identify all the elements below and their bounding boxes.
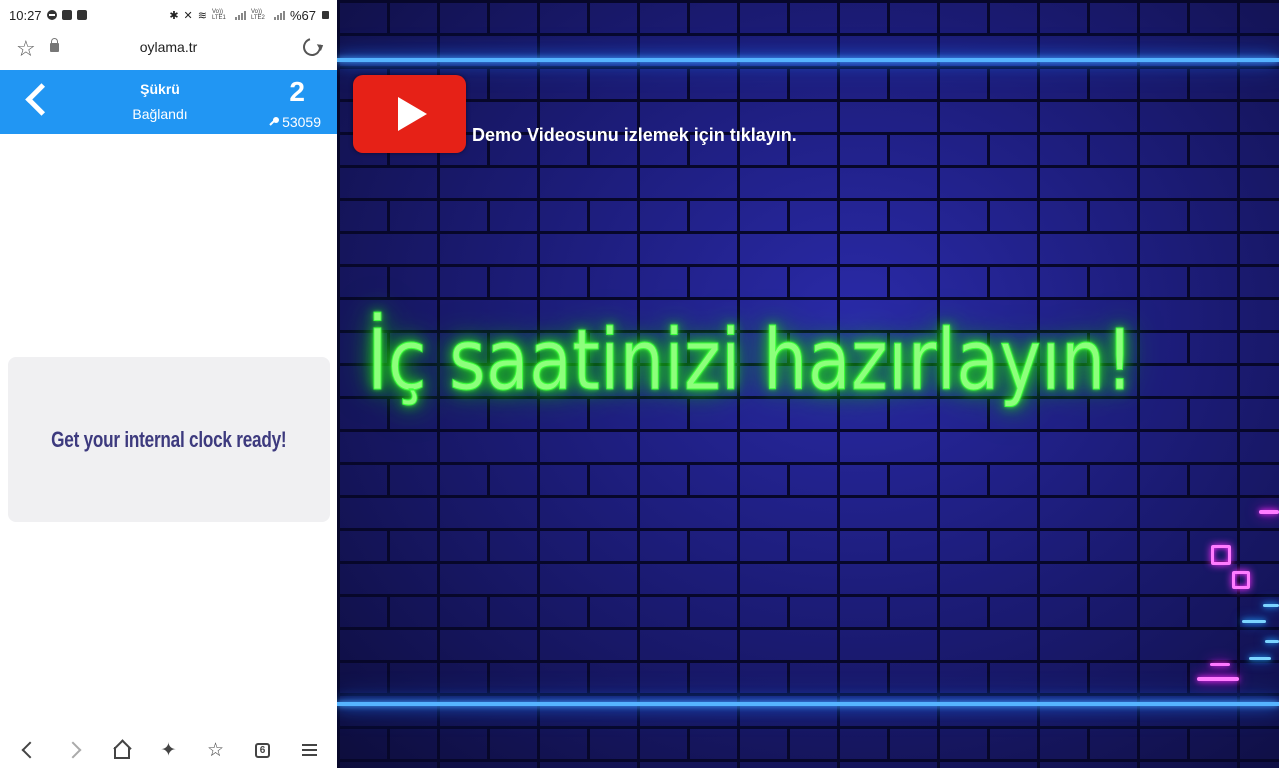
battery-icon: [322, 11, 329, 19]
neon-dash-decoration: [1259, 510, 1279, 514]
participant-name: Şükrü: [140, 81, 180, 97]
neon-dash-decoration: [1249, 657, 1271, 660]
home-icon[interactable]: [110, 738, 134, 762]
do-not-disturb-icon: [46, 10, 57, 20]
phone-browser: 10:27 ✱ ✕ ≋ Vo)) LTE1 Vo)) LTE2 %67 ☆ oy…: [0, 0, 337, 768]
battery-level: %67: [289, 7, 316, 23]
wifi-icon: ≋: [197, 9, 207, 22]
participant-count: 2: [289, 76, 305, 107]
url-text[interactable]: oylama.tr: [0, 39, 337, 55]
sparkle-icon[interactable]: ✦: [157, 738, 181, 762]
card-message: Get your internal clock ready!: [51, 426, 287, 452]
address-bar: ☆ oylama.tr: [0, 30, 337, 70]
neon-line-bottom: [337, 702, 1279, 706]
signal-icon: [234, 10, 246, 20]
tabs-count: 6: [255, 742, 270, 758]
neon-square-decoration: [1232, 571, 1250, 589]
status-bar: 10:27 ✱ ✕ ≋ Vo)) LTE1 Vo)) LTE2 %67: [0, 0, 337, 30]
message-card: Get your internal clock ready!: [8, 357, 330, 522]
sim1-label: Vo)) LTE1: [211, 9, 226, 21]
nav-forward-icon[interactable]: [63, 738, 87, 762]
neon-headline: İç saatinizi hazırlayın!: [367, 311, 1135, 410]
neon-dash-decoration: [1242, 620, 1266, 623]
neon-dash-decoration: [1265, 640, 1279, 643]
nav-back-icon[interactable]: [16, 738, 40, 762]
bookmarks-icon[interactable]: ☆: [204, 738, 228, 762]
youtube-play-icon[interactable]: [353, 75, 466, 153]
sim2-label: Vo)) LTE2: [250, 9, 265, 21]
neon-dash-decoration: [1197, 677, 1239, 681]
app-notification-icon: [76, 10, 87, 20]
key-icon: [269, 117, 280, 127]
demo-video-link[interactable]: Demo Videosunu izlemek için tıklayın.: [472, 125, 797, 146]
neon-square-decoration: [1211, 545, 1231, 565]
promo-panel: Demo Videosunu izlemek için tıklayın. İç…: [337, 0, 1279, 768]
browser-bottom-nav: ✦ ☆ 6: [0, 732, 337, 768]
tabs-icon[interactable]: 6: [251, 738, 275, 762]
clock: 10:27: [9, 7, 42, 23]
neon-dash-decoration: [1263, 604, 1279, 607]
pin-code: 53059: [269, 114, 321, 130]
app-header: Şükrü Bağlandı 2 53059: [0, 70, 337, 134]
mute-icon: ✕: [183, 9, 193, 22]
signal-icon: [273, 10, 285, 20]
bluetooth-icon: ✱: [169, 9, 179, 22]
neon-line-top: [337, 58, 1279, 62]
pin-value: 53059: [282, 114, 321, 130]
notification-icon: [61, 10, 72, 20]
menu-icon[interactable]: [298, 738, 322, 762]
neon-dash-decoration: [1210, 663, 1230, 666]
